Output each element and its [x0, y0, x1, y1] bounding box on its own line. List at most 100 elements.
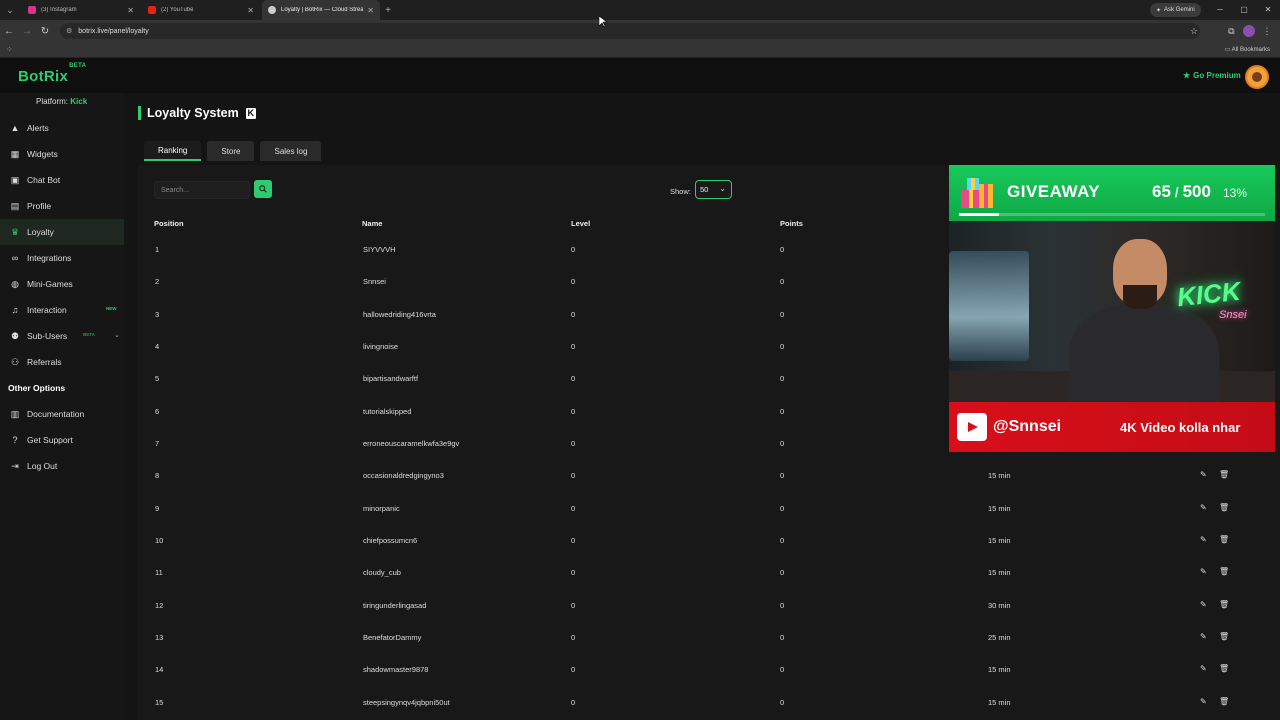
- edit-icon[interactable]: ✎: [1200, 600, 1207, 609]
- row-level: 0: [571, 439, 576, 449]
- tab-sales-log[interactable]: Sales log: [260, 141, 322, 161]
- browser-tab-youtube[interactable]: (2) YouTube ✕: [142, 0, 260, 20]
- browser-tab-instagram[interactable]: (3) Instagram ✕: [22, 0, 140, 20]
- sidebar-item-get-support[interactable]: ? Get Support: [0, 427, 124, 453]
- search-button[interactable]: [254, 180, 272, 198]
- back-icon[interactable]: ←: [0, 26, 18, 37]
- row-name: cloudy_cub: [363, 568, 401, 578]
- profile-avatar-icon[interactable]: [1242, 25, 1255, 37]
- row-level: 0: [571, 633, 576, 643]
- column-name[interactable]: Name: [362, 219, 382, 228]
- all-bookmarks-button[interactable]: ▭ All Bookmarks: [1225, 46, 1270, 53]
- table-row: 8 occasionaldredgingyno3 0 0 15 min ✎ 🗑: [138, 459, 1280, 491]
- edit-icon[interactable]: ✎: [1200, 567, 1207, 576]
- forward-icon[interactable]: →: [18, 26, 36, 37]
- column-position[interactable]: Position: [154, 219, 184, 228]
- sidebar-item-label: Chat Bot: [27, 175, 61, 185]
- site-info-icon[interactable]: ⚙: [66, 27, 72, 35]
- folder-icon: ▭: [1224, 47, 1231, 53]
- delete-icon[interactable]: 🗑: [1219, 632, 1229, 641]
- chevron-down-icon[interactable]: ⌄: [114, 331, 120, 339]
- ask-gemini-label: Ask Gemini: [1164, 7, 1195, 13]
- top-bar: BotRixBETA ★ Go Premium: [0, 59, 1280, 93]
- sidebar-item-label: Widgets: [27, 149, 58, 159]
- streamer-body: [1069, 305, 1219, 402]
- page-size-select[interactable]: 50 ⌄: [695, 180, 732, 199]
- edit-icon[interactable]: ✎: [1200, 632, 1207, 641]
- browser-tab-botrix[interactable]: Loyalty | BotRix — Cloud Stream ✕: [262, 0, 380, 20]
- sidebar-item-log-out[interactable]: ⇥ Log Out: [0, 453, 124, 479]
- go-premium-button[interactable]: ★ Go Premium: [1183, 71, 1241, 80]
- row-points: 0: [780, 633, 785, 643]
- delete-icon[interactable]: 🗑: [1219, 697, 1229, 706]
- maximize-icon[interactable]: ▢: [1232, 0, 1256, 20]
- beta-badge: BETA: [69, 63, 87, 69]
- edit-icon[interactable]: ✎: [1200, 503, 1207, 512]
- delete-icon[interactable]: 🗑: [1219, 600, 1229, 609]
- search-input[interactable]: Search...: [154, 181, 250, 199]
- question-icon: ?: [12, 435, 18, 445]
- row-position: 5: [155, 374, 160, 384]
- column-points[interactable]: Points: [780, 219, 803, 228]
- delete-icon[interactable]: 🗑: [1219, 567, 1229, 576]
- sidebar-item-mini-games[interactable]: ◍ Mini-Games: [0, 271, 124, 297]
- sidebar-item-referrals[interactable]: ⚇ Referrals: [0, 349, 124, 375]
- sparkle-icon: ✦: [1156, 7, 1162, 14]
- delete-icon[interactable]: 🗑: [1219, 535, 1229, 544]
- row-points: 0: [780, 568, 785, 578]
- close-tab-icon[interactable]: ✕: [127, 6, 134, 15]
- sidebar-item-loyalty[interactable]: ♛ Loyalty: [0, 219, 124, 245]
- ask-gemini-button[interactable]: ✦ Ask Gemini: [1150, 3, 1201, 17]
- streamer-beard: [1123, 285, 1157, 309]
- minimize-icon[interactable]: ─: [1208, 0, 1232, 20]
- close-tab-icon[interactable]: ✕: [247, 6, 254, 15]
- tab-store[interactable]: Store: [207, 141, 255, 161]
- beta-badge: BETA: [83, 332, 95, 337]
- bookmark-star-icon[interactable]: ☆: [1190, 26, 1198, 37]
- extensions-icon[interactable]: ⧉: [1228, 26, 1234, 37]
- delete-icon[interactable]: 🗑: [1219, 470, 1229, 479]
- sidebar-item-label: Documentation: [27, 409, 85, 419]
- youtube-handle: @Snnsei: [993, 418, 1062, 435]
- tab-search-icon[interactable]: ⌄: [0, 0, 20, 20]
- sidebar-item-widgets[interactable]: ▦ Widgets: [0, 141, 124, 167]
- sidebar-item-chat-bot[interactable]: ▣ Chat Bot: [0, 167, 124, 193]
- tab-ranking[interactable]: Ranking: [144, 141, 202, 161]
- close-window-icon[interactable]: ✕: [1256, 0, 1280, 20]
- neon-sign-sub: Snsei: [1219, 309, 1247, 321]
- edit-icon[interactable]: ✎: [1200, 664, 1207, 673]
- apps-icon[interactable]: ⁘: [6, 45, 13, 54]
- close-tab-icon[interactable]: ✕: [367, 6, 374, 15]
- sidebar-item-sub-users[interactable]: ⚉ Sub-Users BETA ⌄: [0, 323, 124, 349]
- delete-icon[interactable]: 🗑: [1219, 664, 1229, 673]
- table-row: 9 minorpanic 0 0 15 min ✎ 🗑: [138, 492, 1280, 524]
- edit-icon[interactable]: ✎: [1200, 535, 1207, 544]
- edit-icon[interactable]: ✎: [1200, 470, 1207, 479]
- sidebar-item-integrations[interactable]: ∞ Integrations: [0, 245, 124, 271]
- delete-icon[interactable]: 🗑: [1219, 503, 1229, 512]
- url-field[interactable]: ⚙ botrix.live/panel/loyalty: [60, 23, 1200, 39]
- more-menu-icon[interactable]: ⋮: [1263, 26, 1272, 37]
- row-name: bipartisandwarftf: [363, 374, 419, 384]
- user-avatar[interactable]: [1245, 65, 1269, 89]
- sidebar-item-label: Alerts: [27, 123, 49, 133]
- row-time: 15 min: [988, 568, 1011, 578]
- row-points: 0: [780, 536, 785, 546]
- sidebar: Platform: Kick ▲ Alerts ▦ Widgets ▣ Chat Bo…: [0, 93, 124, 720]
- column-level[interactable]: Level: [571, 219, 590, 228]
- row-points: 0: [780, 342, 785, 352]
- botrix-logo[interactable]: BotRixBETA: [18, 63, 86, 85]
- sidebar-item-alerts[interactable]: ▲ Alerts: [0, 115, 124, 141]
- sidebar-item-profile[interactable]: ▤ Profile: [0, 193, 124, 219]
- giveaway-current: 65: [1152, 182, 1171, 201]
- reload-icon[interactable]: ↻: [36, 26, 54, 37]
- sidebar-item-interaction[interactable]: ♫ Interaction NEW: [0, 297, 124, 323]
- row-level: 0: [571, 245, 576, 254]
- table-row: 10 chiefpossumcn6 0 0 15 min ✎ 🗑: [138, 524, 1280, 556]
- edit-icon[interactable]: ✎: [1200, 697, 1207, 706]
- url-text: botrix.live/panel/loyalty: [78, 27, 149, 35]
- sidebar-item-documentation[interactable]: ▥ Documentation: [0, 401, 124, 427]
- new-tab-icon[interactable]: +: [380, 5, 396, 16]
- other-options-heading: Other Options: [8, 383, 66, 393]
- sidebar-item-label: Profile: [27, 201, 52, 211]
